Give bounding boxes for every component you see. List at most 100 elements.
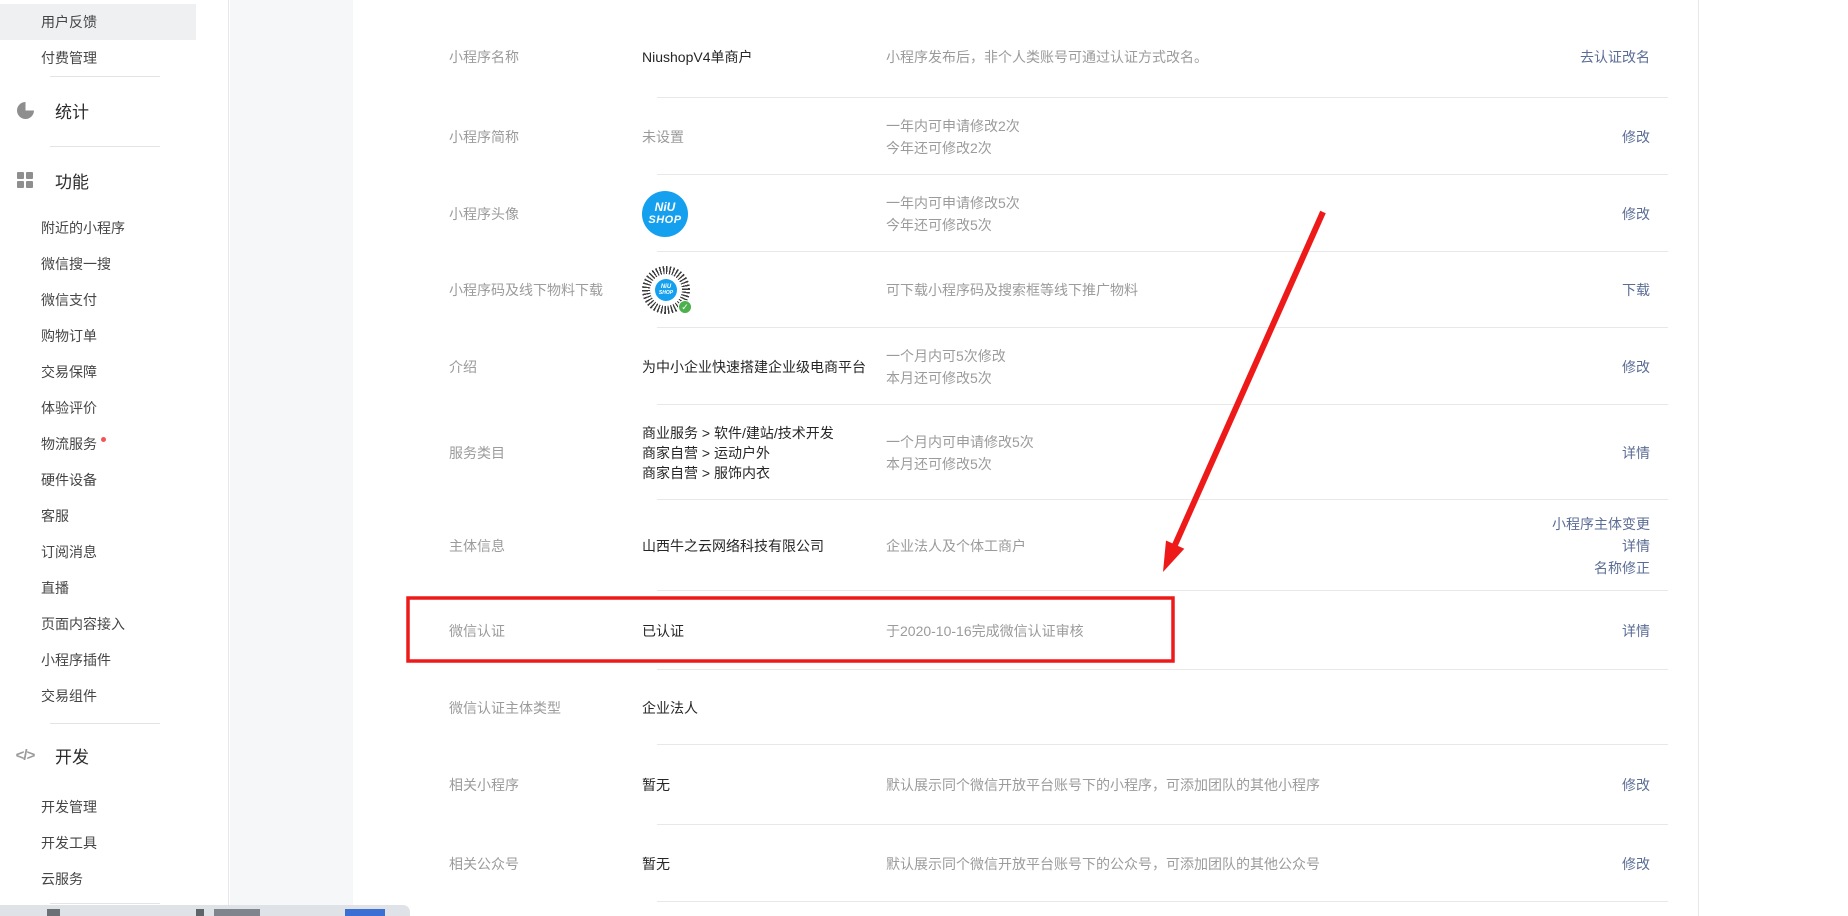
sidebar-item-label: 硬件设备	[41, 470, 97, 490]
row-value: 已认证	[642, 621, 886, 641]
name-correction-link[interactable]: 名称修正	[1552, 557, 1650, 579]
sidebar-item-cloud-service[interactable]: 云服务	[0, 861, 228, 897]
sidebar-item-customer-service[interactable]: 客服	[0, 498, 228, 534]
wechat-miniprogram-settings-page: 用户反馈 付费管理 统计 功能 附近的小程序 微信搜一搜 微信支付 购物订单 交…	[0, 0, 1848, 916]
sidebar-item-trade-component[interactable]: 交易组件	[0, 678, 228, 714]
sidebar-section-title: 开发	[55, 743, 89, 768]
row-value: 暂无	[642, 775, 886, 795]
modify-link[interactable]: 修改	[1622, 356, 1650, 378]
page-background-gap	[230, 0, 353, 916]
sidebar-item-shopping-orders[interactable]: 购物订单	[0, 318, 228, 354]
clipped-text-fragment	[47, 909, 60, 916]
row-desc: 小程序发布后，非个人类账号可通过认证方式改名。	[886, 46, 1580, 68]
sidebar-section-items: 附近的小程序 微信搜一搜 微信支付 购物订单 交易保障 体验评价 物流服务 硬件…	[0, 210, 228, 714]
sidebar-section-title: 统计	[55, 98, 89, 123]
row-subject-info: 主体信息 山西牛之云网络科技有限公司 企业法人及个体工商户 小程序主体变更 详情…	[353, 500, 1698, 591]
sidebar-divider	[50, 903, 160, 904]
sidebar-item-nearby-miniprogram[interactable]: 附近的小程序	[0, 210, 228, 246]
notification-dot	[101, 437, 106, 442]
row-value: 暂无	[642, 854, 886, 874]
sidebar-item-label: 开发工具	[41, 833, 97, 853]
details-link[interactable]: 详情	[1552, 535, 1650, 557]
sidebar-item-label: 交易组件	[41, 686, 97, 706]
row-wechat-verification: 微信认证 已认证 于2020-10-16完成微信认证审核 详情	[353, 591, 1698, 670]
sidebar-item-payment-management[interactable]: 付费管理	[0, 40, 228, 76]
sidebar-item-experience-review[interactable]: 体验评价	[0, 390, 228, 426]
rename-by-verify-link[interactable]: 去认证改名	[1580, 46, 1650, 68]
sidebar-item-label: 小程序插件	[41, 650, 111, 670]
sidebar-item-live[interactable]: 直播	[0, 570, 228, 606]
row-label: 服务类目	[449, 443, 642, 463]
browser-download-bar	[0, 905, 410, 916]
sidebar-divider	[50, 76, 160, 77]
sidebar-item-label: 微信搜一搜	[41, 254, 111, 274]
category-line: 商家自营 > 服饰内衣	[642, 463, 886, 483]
desc-line: 一年内可申请修改5次	[886, 192, 1622, 214]
desc-line: 今年还可修改5次	[886, 214, 1622, 236]
row-label: 微信认证主体类型	[449, 698, 642, 718]
row-desc: 一年内可申请修改2次 今年还可修改2次	[886, 115, 1622, 159]
sidebar-item-label: 附近的小程序	[41, 218, 125, 238]
row-miniprogram-name: 小程序名称 NiushopV4单商户 小程序发布后，非个人类账号可通过认证方式改…	[353, 0, 1698, 98]
row-value: 企业法人	[642, 698, 886, 718]
sidebar-item-label: 订阅消息	[41, 542, 97, 562]
sidebar-item-page-content-access[interactable]: 页面内容接入	[0, 606, 228, 642]
subject-change-link[interactable]: 小程序主体变更	[1552, 513, 1650, 535]
code-icon: </>	[16, 746, 34, 764]
sidebar-item-label: 客服	[41, 506, 69, 526]
sidebar-item-dev-management[interactable]: 开发管理	[0, 789, 228, 825]
row-desc: 默认展示同个微信开放平台账号下的公众号，可添加团队的其他公众号	[886, 853, 1622, 875]
sidebar: 用户反馈 付费管理 统计 功能 附近的小程序 微信搜一搜 微信支付 购物订单 交…	[0, 0, 229, 916]
sidebar-item-wechat-search[interactable]: 微信搜一搜	[0, 246, 228, 282]
clipped-link-fragment	[345, 909, 385, 916]
row-desc: 一个月内可申请修改5次 本月还可修改5次	[886, 431, 1622, 475]
sidebar-item-hardware-device[interactable]: 硬件设备	[0, 462, 228, 498]
modify-link[interactable]: 修改	[1622, 126, 1650, 148]
miniprogram-qr-code: NiU SHOP ✓	[642, 266, 690, 314]
sidebar-divider	[50, 146, 160, 147]
modify-link[interactable]: 修改	[1622, 853, 1650, 875]
sidebar-item-label: 页面内容接入	[41, 614, 125, 634]
sidebar-section-statistics[interactable]: 统计	[0, 89, 228, 131]
sidebar-section-features[interactable]: 功能	[0, 159, 228, 201]
row-label: 微信认证	[449, 621, 642, 641]
row-miniprogram-short-name: 小程序简称 未设置 一年内可申请修改2次 今年还可修改2次 修改	[353, 98, 1698, 175]
miniprogram-avatar: NiU SHOP	[642, 191, 688, 237]
sidebar-item-miniprogram-plugin[interactable]: 小程序插件	[0, 642, 228, 678]
row-desc: 可下载小程序码及搜索框等线下推广物料	[886, 279, 1622, 301]
row-desc: 默认展示同个微信开放平台账号下的小程序，可添加团队的其他小程序	[886, 774, 1622, 796]
row-related-official-accounts: 相关公众号 暂无 默认展示同个微信开放平台账号下的公众号，可添加团队的其他公众号…	[353, 825, 1698, 902]
desc-line: 一个月内可申请修改5次	[886, 431, 1622, 453]
sidebar-item-logistics-service[interactable]: 物流服务	[0, 426, 228, 462]
row-label: 相关公众号	[449, 854, 642, 874]
sidebar-item-label: 付费管理	[41, 48, 97, 68]
avatar-text: NiU	[655, 201, 676, 214]
sidebar-item-label: 物流服务	[41, 434, 97, 454]
pie-chart-icon	[16, 101, 34, 119]
details-link[interactable]: 详情	[1622, 620, 1650, 642]
row-label: 介绍	[449, 357, 642, 377]
settings-card: 小程序名称 NiushopV4单商户 小程序发布后，非个人类账号可通过认证方式改…	[353, 0, 1699, 916]
modify-link[interactable]: 修改	[1622, 203, 1650, 225]
sidebar-item-subscribe-message[interactable]: 订阅消息	[0, 534, 228, 570]
sidebar-item-dev-tools[interactable]: 开发工具	[0, 825, 228, 861]
desc-line: 一年内可申请修改2次	[886, 115, 1622, 137]
modify-link[interactable]: 修改	[1622, 774, 1650, 796]
row-label: 小程序头像	[449, 204, 642, 224]
desc-line: 本月还可修改5次	[886, 453, 1622, 475]
sidebar-section-items: 开发管理 开发工具 云服务	[0, 789, 228, 897]
sidebar-item-user-feedback[interactable]: 用户反馈	[0, 4, 196, 40]
sidebar-item-label: 直播	[41, 578, 69, 598]
row-service-category: 服务类目 商业服务 > 软件/建站/技术开发 商家自营 > 运动户外 商家自营 …	[353, 405, 1698, 500]
sidebar-item-transaction-guarantee[interactable]: 交易保障	[0, 354, 228, 390]
category-line: 商业服务 > 软件/建站/技术开发	[642, 423, 886, 443]
desc-line: 一个月内可5次修改	[886, 345, 1622, 367]
details-link[interactable]: 详情	[1622, 442, 1650, 464]
row-value: 未设置	[642, 129, 684, 145]
row-label: 小程序名称	[449, 47, 642, 67]
sidebar-section-development[interactable]: </> 开发	[0, 734, 228, 776]
row-verification-subject-type: 微信认证主体类型 企业法人	[353, 670, 1698, 745]
sidebar-item-wechat-pay[interactable]: 微信支付	[0, 282, 228, 318]
download-link[interactable]: 下载	[1622, 279, 1650, 301]
row-label: 小程序码及线下物料下载	[449, 280, 642, 300]
